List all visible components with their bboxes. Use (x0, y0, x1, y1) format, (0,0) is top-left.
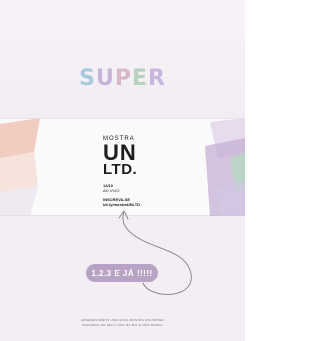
footer-line-2: INSCREVA-SE PELO LINK NA BIO E NÃO PERCA (82, 323, 163, 327)
footer-line-1: APRESENTAMOS UMA NOVA MOSTRA UNLIMITED (81, 318, 164, 322)
cta-pill-button[interactable]: 1.2.3 E JÁ !!!!! (86, 264, 158, 282)
cta-pill-label: 1.2.3 E JÁ !!!!! (91, 268, 153, 278)
story-page: SUPER MOSTRA UN LTD. 14/10 AO VIVO INSCR… (0, 0, 245, 341)
curved-arrow-icon (118, 210, 192, 295)
